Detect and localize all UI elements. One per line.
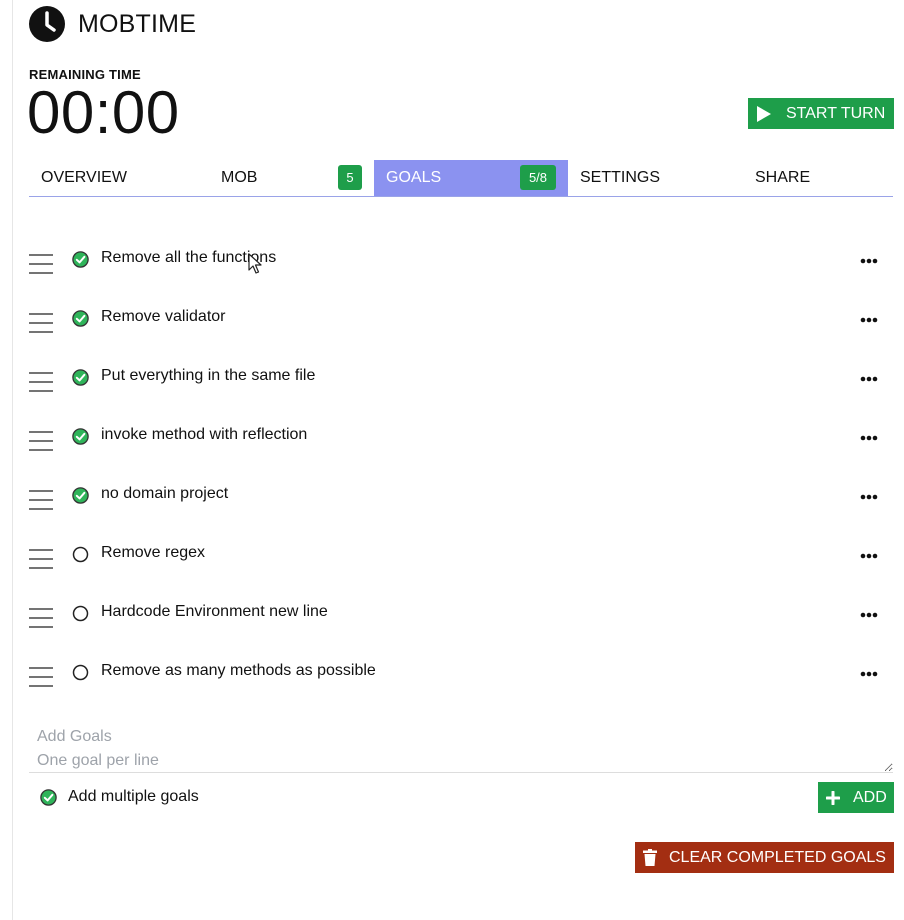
tab-settings-label: SETTINGS — [580, 169, 661, 186]
goal-row: Remove regex — [29, 535, 893, 575]
more-icon[interactable] — [860, 671, 878, 677]
check-circle-icon — [40, 788, 57, 806]
add-multiple-goals-label: Add multiple goals — [68, 788, 199, 805]
drag-handle-icon[interactable] — [29, 488, 53, 512]
drag-handle-icon[interactable] — [29, 606, 53, 630]
drag-handle-icon[interactable] — [29, 252, 53, 276]
clock-icon — [29, 6, 65, 42]
goal-text[interactable]: Remove as many methods as possible — [101, 662, 376, 680]
drag-handle-icon[interactable] — [29, 547, 53, 571]
mob-count-badge: 5 — [338, 165, 362, 190]
check-circle-icon[interactable] — [72, 310, 89, 327]
more-icon[interactable] — [860, 553, 878, 559]
clear-completed-goals-button[interactable]: CLEAR COMPLETED GOALS — [635, 842, 894, 873]
clear-completed-goals-label: CLEAR COMPLETED GOALS — [669, 848, 886, 866]
tab-goals-label: GOALS — [386, 169, 442, 186]
drag-handle-icon[interactable] — [29, 370, 53, 394]
check-circle-icon[interactable] — [72, 251, 89, 268]
goal-row: Remove validator — [29, 299, 893, 339]
goal-row: Remove all the functions — [29, 240, 893, 280]
more-icon[interactable] — [860, 376, 878, 382]
more-icon[interactable] — [860, 435, 878, 441]
goal-row: Remove as many methods as possible — [29, 653, 893, 693]
goal-text[interactable]: Remove validator — [101, 308, 226, 326]
check-circle-icon[interactable] — [72, 428, 89, 445]
tab-mob-label: MOB — [221, 169, 258, 186]
plus-icon — [826, 790, 840, 805]
left-border — [12, 0, 13, 920]
goal-row: no domain project — [29, 476, 893, 516]
goal-text[interactable]: Put everything in the same file — [101, 367, 315, 385]
play-icon — [757, 105, 771, 122]
tab-share[interactable]: SHARE — [743, 160, 893, 196]
tab-share-label: SHARE — [755, 169, 811, 186]
add-goal-label: ADD — [853, 788, 887, 806]
goal-text[interactable]: no domain project — [101, 485, 228, 503]
tab-goals[interactable]: GOALS 5/8 — [374, 160, 568, 196]
app-header: MOBTIME — [29, 6, 196, 42]
add-goals-input[interactable] — [29, 719, 893, 773]
trash-icon — [643, 849, 657, 866]
tab-overview-label: OVERVIEW — [41, 169, 127, 186]
more-icon[interactable] — [860, 258, 878, 264]
goals-count-badge: 5/8 — [520, 165, 556, 190]
goal-row: invoke method with reflection — [29, 417, 893, 457]
drag-handle-icon[interactable] — [29, 429, 53, 453]
drag-handle-icon[interactable] — [29, 311, 53, 335]
goal-text[interactable]: Hardcode Environment new line — [101, 603, 328, 621]
more-icon[interactable] — [860, 612, 878, 618]
goal-row: Put everything in the same file — [29, 358, 893, 398]
timer-display: 00:00 — [27, 79, 180, 146]
tab-mob[interactable]: MOB 5 — [209, 160, 374, 196]
more-icon[interactable] — [860, 494, 878, 500]
check-circle-icon[interactable] — [72, 369, 89, 386]
circle-icon[interactable] — [72, 664, 89, 681]
drag-handle-icon[interactable] — [29, 665, 53, 689]
start-turn-button[interactable]: START TURN — [748, 98, 894, 129]
more-icon[interactable] — [860, 317, 878, 323]
tab-overview[interactable]: OVERVIEW — [29, 160, 202, 196]
start-turn-label: START TURN — [786, 104, 886, 122]
goal-text[interactable]: Remove regex — [101, 544, 205, 562]
circle-icon[interactable] — [72, 546, 89, 563]
goal-row: Hardcode Environment new line — [29, 594, 893, 634]
tab-bar: OVERVIEW MOB 5 GOALS 5/8 SETTINGS SHARE — [29, 160, 893, 197]
add-goal-button[interactable]: ADD — [818, 782, 894, 813]
check-circle-icon[interactable] — [72, 487, 89, 504]
mouse-cursor-icon — [248, 253, 262, 274]
goal-text[interactable]: invoke method with reflection — [101, 426, 307, 444]
add-multiple-goals-toggle[interactable]: Add multiple goals — [40, 788, 199, 806]
app-title: MOBTIME — [78, 9, 197, 38]
tab-settings[interactable]: SETTINGS — [568, 160, 743, 196]
circle-icon[interactable] — [72, 605, 89, 622]
